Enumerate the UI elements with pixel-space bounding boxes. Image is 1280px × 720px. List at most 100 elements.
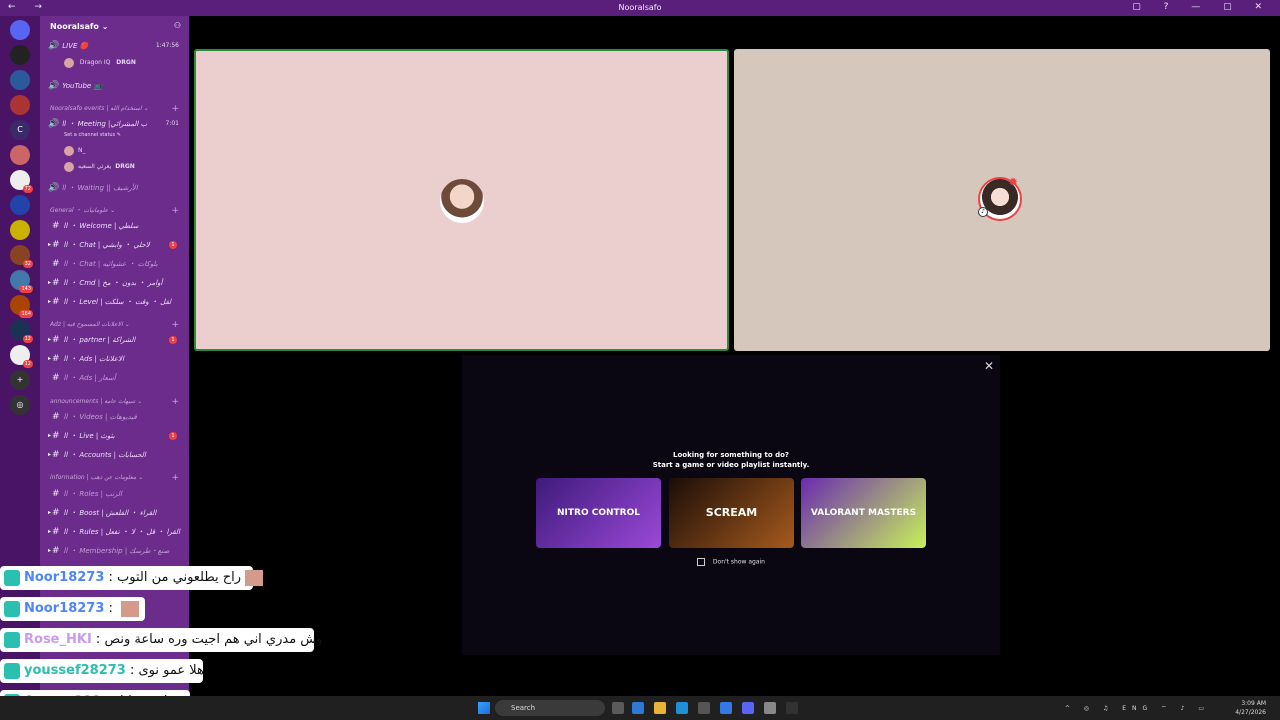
server-icon[interactable] xyxy=(10,45,30,65)
add-channel-icon[interactable]: + xyxy=(171,319,179,331)
hash-icon: # xyxy=(52,278,60,288)
server-icon[interactable] xyxy=(10,145,30,165)
text-channel[interactable]: ▸ # ll ・ Boost | القراء ・ الفلعش xyxy=(48,505,183,521)
badge-icon: ✹ xyxy=(1008,175,1019,189)
participant-tile[interactable]: ♪ ✹ xyxy=(734,49,1270,351)
category-ads[interactable]: Adz | الاعلانات المسموح فيه ⌄ + xyxy=(50,319,183,331)
category-general[interactable]: General ・ علومانيات ⌄ + xyxy=(50,205,183,217)
add-member-icon[interactable]: ⚇ xyxy=(174,21,181,30)
edge-icon[interactable] xyxy=(676,702,688,714)
text-channel[interactable]: ▸ # ll ・ Ads | الاعلانات xyxy=(48,351,183,367)
activity-card[interactable]: VALORANT MASTERS xyxy=(801,478,926,548)
server-icon[interactable] xyxy=(10,195,30,215)
text-channel[interactable]: ▸ # ll ・ Rules | القرا ・ قل ・ لا ・ تفعل xyxy=(48,524,183,540)
category-information[interactable]: information | معلومات عن ذهب ⌄ + xyxy=(50,472,183,484)
unread-badge: 143 xyxy=(19,285,33,293)
system-tray[interactable]: ^ ◎ ♫ ENG ⌔ ♪ ▭ xyxy=(1065,704,1210,712)
server-header[interactable]: Nooralsafo ⌄ ⚇ xyxy=(40,16,189,40)
discord-icon[interactable] xyxy=(742,702,754,714)
avatar xyxy=(64,161,74,172)
mail-icon[interactable] xyxy=(720,702,732,714)
expand-arrow-icon[interactable]: ▸ xyxy=(48,332,51,348)
expand-arrow-icon[interactable]: ▸ xyxy=(48,447,51,463)
add-channel-icon[interactable]: + xyxy=(171,472,179,484)
capcut-icon[interactable] xyxy=(786,702,798,714)
server-icon[interactable]: 12 xyxy=(10,320,33,343)
unread-badge: 164 xyxy=(19,310,33,318)
expand-arrow-icon[interactable]: ▸ xyxy=(48,275,51,291)
server-icon[interactable] xyxy=(10,220,30,240)
store-icon[interactable] xyxy=(698,702,710,714)
copilot-icon[interactable] xyxy=(632,702,644,714)
hash-icon: # xyxy=(52,450,60,460)
task-view-icon[interactable] xyxy=(612,702,624,714)
add-channel-icon[interactable]: + xyxy=(171,396,179,408)
server-icon[interactable]: 143 xyxy=(10,270,33,293)
server-icon[interactable] xyxy=(10,70,30,90)
text-channel[interactable]: ▸ # ll ・ Live | بثوث 1 xyxy=(48,428,183,444)
chat-separator: : xyxy=(125,663,139,678)
chat-username: Rose_HKI xyxy=(24,632,92,647)
chrome-icon[interactable] xyxy=(764,702,776,714)
text-channel[interactable]: ▸ # ll ・ Level | لفل ・ وقت ・ سلكت xyxy=(48,294,183,310)
category-label: General ・ علومانيات ⌄ xyxy=(50,207,116,214)
text-channel[interactable]: ▸ # ll ・ Cmd | أوامر ・ بدون ・ مخ xyxy=(48,275,183,291)
server-icon[interactable]: 72 xyxy=(10,170,33,193)
add-channel-icon[interactable]: + xyxy=(171,205,179,217)
expand-arrow-icon[interactable]: ▸ xyxy=(48,428,51,444)
server-icon[interactable]: 164 xyxy=(10,295,33,318)
category-announcements[interactable]: announcements | تنبيهات عامة ⌄ + xyxy=(50,396,183,408)
text-channel[interactable]: ▸ # ll ・ partner | الشراكة 1 xyxy=(48,332,183,348)
voice-user[interactable]: Dragon IQ DRGN xyxy=(64,56,183,70)
server-icon[interactable]: + xyxy=(10,370,30,390)
text-channel[interactable]: ▸ # ll ・ Accounts | الحسابات xyxy=(48,447,183,463)
voice-user-name: يغرثي السعيه xyxy=(78,163,112,170)
window-controls[interactable]: ▢ ? — ▢ ✕ xyxy=(1132,2,1272,12)
activity-card[interactable]: NITRO CONTROL xyxy=(536,478,661,548)
channel-status[interactable]: Set a channel status ✎ xyxy=(64,128,183,142)
chat-text: هلا عمو نوى xyxy=(138,663,204,678)
text-channel[interactable]: # ll ・ Videos | فيديوهات xyxy=(48,409,183,425)
channel-name: ll ・ Live | بثوث xyxy=(64,432,115,440)
server-icon[interactable]: 12 xyxy=(10,345,33,368)
expand-arrow-icon[interactable]: ▸ xyxy=(48,505,51,521)
text-channel[interactable]: ▸ # ll ・ Membership | صنع・طرسك xyxy=(48,543,183,559)
close-icon[interactable]: ✕ xyxy=(984,359,994,373)
text-channel[interactable]: ▸ # ll ・ Chat | لاحلي ・ وابشي 1 xyxy=(48,237,183,253)
channel-name: ll ・ Chat | لاحلي ・ وابشي xyxy=(64,241,150,249)
deafened-icon: ♪ xyxy=(978,207,988,217)
activity-card[interactable]: SCREAM xyxy=(669,478,794,548)
chat-message: Rose_HKI : وش مدري اني هم اجيت وره ساعة … xyxy=(0,628,322,652)
text-channel[interactable]: # ll ・ Chat | بلوكات ・ عشوائيه xyxy=(48,256,183,272)
server-icon[interactable]: C xyxy=(10,120,30,140)
checkbox[interactable] xyxy=(697,558,705,566)
text-channel[interactable]: # ll ・ Welcome | سلطي xyxy=(48,218,183,234)
expand-arrow-icon[interactable]: ▸ xyxy=(48,543,51,559)
server-icon[interactable]: ◎ xyxy=(10,395,30,415)
participant-tile[interactable] xyxy=(194,49,729,351)
voice-user[interactable]: يغرثي السعيه DRGN xyxy=(64,160,183,174)
voice-channel-youtube[interactable]: 🔊 YouTube 📺 xyxy=(48,78,183,94)
server-icon[interactable] xyxy=(10,95,30,115)
server-icon[interactable]: 32 xyxy=(10,245,33,268)
server-icon[interactable] xyxy=(10,20,30,40)
expand-arrow-icon[interactable]: ▸ xyxy=(48,351,51,367)
channel-name: YouTube 📺 xyxy=(62,82,103,90)
dont-show-again[interactable]: Don't show again xyxy=(697,558,765,566)
text-channel[interactable]: # ll ・ Roles | الرتب xyxy=(48,486,183,502)
voice-user[interactable]: N_ xyxy=(64,144,183,158)
expand-arrow-icon[interactable]: ▸ xyxy=(48,524,51,540)
file-explorer-icon[interactable] xyxy=(654,702,666,714)
voice-channel-waiting[interactable]: 🔊 ll ・ Waiting || الأرشيف xyxy=(48,180,183,196)
expand-arrow-icon[interactable]: ▸ xyxy=(48,294,51,310)
add-channel-icon[interactable]: + xyxy=(171,103,179,115)
channel-name: ll ・ Rules | القرا ・ قل ・ لا ・ تفعل xyxy=(64,528,180,536)
category-label: announcements | تنبيهات عامة ⌄ xyxy=(50,398,143,405)
voice-channel-live[interactable]: 🔊 LIVE 🔴 1:47:56 xyxy=(48,38,183,54)
expand-arrow-icon[interactable]: ▸ xyxy=(48,237,51,253)
clock[interactable]: 3:09 AM 4/27/2026 xyxy=(1235,699,1266,717)
text-channel[interactable]: # ll ・ Ads | أسعار xyxy=(48,370,183,386)
category-events[interactable]: Nooralsafo events | استخدام الله ⌄ + xyxy=(50,103,183,115)
taskbar-search[interactable]: Search xyxy=(495,700,605,716)
windows-start-icon[interactable] xyxy=(478,702,490,714)
